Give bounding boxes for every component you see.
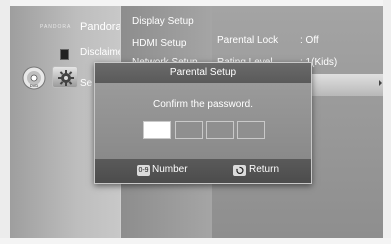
dvd-disc-icon: DVD — [22, 66, 46, 90]
dialog-body: Confirm the password. — [95, 83, 311, 159]
pandora-logo: PANDORA — [40, 24, 72, 30]
parental-setup-dialog: Parental Setup Confirm the password. 0-9… — [94, 62, 312, 184]
chevron-right-icon — [379, 80, 382, 86]
menu-item-settings[interactable]: Se — [80, 78, 92, 89]
screen-frame-left — [0, 0, 10, 244]
password-digit-4[interactable] — [237, 121, 265, 139]
screen-frame-right — [383, 0, 391, 244]
dialog-title: Parental Setup — [95, 63, 311, 83]
password-digit-2[interactable] — [175, 121, 203, 139]
password-digit-1[interactable] — [143, 121, 171, 139]
menu-item-pandora[interactable]: Pandora — [80, 21, 122, 33]
password-digit-3[interactable] — [206, 121, 234, 139]
svg-text:DVD: DVD — [30, 83, 39, 88]
number-hint-label: Number — [152, 164, 188, 175]
tv-setup-screen: PANDORA Pandora Disclaimer DVD Se Displa… — [0, 0, 391, 244]
dialog-footer: 0-9 Number Return — [95, 159, 311, 183]
disclaimer-icon — [60, 49, 69, 60]
submenu-item-hdmi-setup[interactable]: HDMI Setup — [132, 38, 186, 49]
settings-gear-icon[interactable] — [52, 66, 78, 88]
option-value-parental-lock: : Off — [300, 35, 319, 46]
return-hint-label[interactable]: Return — [249, 164, 279, 175]
submenu-item-display-setup[interactable]: Display Setup — [132, 16, 194, 27]
screen-frame-bottom — [0, 238, 391, 244]
confirm-password-prompt: Confirm the password. — [152, 99, 254, 110]
return-key-icon[interactable] — [233, 165, 246, 176]
number-key-icon: 0-9 — [137, 165, 150, 176]
option-label-parental-lock[interactable]: Parental Lock — [217, 35, 278, 46]
